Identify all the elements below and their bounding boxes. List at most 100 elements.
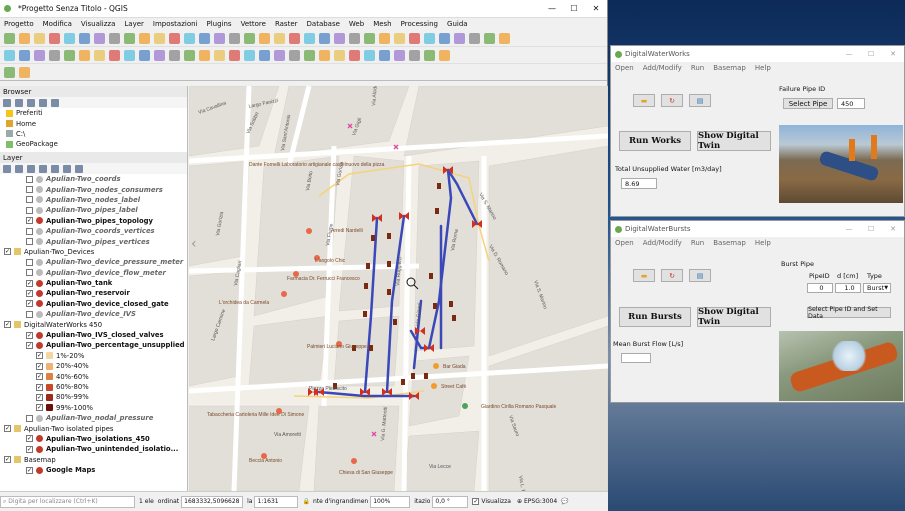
- toolbar-tool-icon[interactable]: [334, 32, 345, 44]
- map-canvas[interactable]: Via Cavallina Largo Fanizzi Via Sobbri Via …: [189, 86, 608, 491]
- toolbar-tool-icon[interactable]: [124, 32, 135, 44]
- layer-checkbox[interactable]: ✓: [26, 445, 33, 453]
- toolbar-tool-icon[interactable]: [379, 49, 390, 61]
- menu-guida[interactable]: Guida: [447, 20, 468, 28]
- toolbar-tool-icon[interactable]: [64, 32, 75, 44]
- layer-item[interactable]: ✓ 99%-100%: [0, 403, 187, 413]
- toolbar-tool-icon[interactable]: [139, 49, 150, 61]
- toolbar-tool-icon[interactable]: [94, 49, 105, 61]
- bursts-show-twin-button[interactable]: Show Digital Twin: [697, 307, 771, 327]
- layer-item[interactable]: ✓ Google Maps: [0, 465, 187, 475]
- toolbar-tool-icon[interactable]: [244, 32, 255, 44]
- select-pipe-button[interactable]: Select Pipe: [783, 98, 833, 109]
- toolbar-tool-icon[interactable]: [214, 32, 225, 44]
- menu-raster[interactable]: Raster: [275, 20, 298, 28]
- toolbar-tool-icon[interactable]: [379, 32, 390, 44]
- layer-checkbox[interactable]: [26, 269, 33, 277]
- add-group-icon[interactable]: [15, 164, 23, 173]
- layer-item[interactable]: Apulian-Two_coords: [0, 174, 187, 184]
- layer-checkbox[interactable]: ✓: [26, 289, 33, 297]
- layer-item[interactable]: ✓ Apulian-Two_pipes_topology: [0, 216, 187, 226]
- menu-plugins[interactable]: Plugins: [207, 20, 232, 28]
- menu-modifica[interactable]: Modifica: [43, 20, 72, 28]
- layer-item[interactable]: ✓ Apulian-Two_IVS_closed_valves: [0, 330, 187, 340]
- locate-search[interactable]: ⌕ Digita per localizzare (Ctrl+K): [0, 495, 135, 508]
- layer-checkbox[interactable]: [26, 175, 33, 183]
- toolbar-tool-icon[interactable]: [484, 32, 495, 44]
- toolbar-tool-icon[interactable]: [274, 49, 285, 61]
- layer-item[interactable]: ✓ 40%-60%: [0, 371, 187, 381]
- filter-legend-icon[interactable]: [39, 164, 47, 173]
- toolbar-tool-icon[interactable]: [334, 49, 345, 61]
- layer-checkbox[interactable]: [26, 196, 33, 204]
- layer-item[interactable]: Apulian-Two_pipes_vertices: [0, 236, 187, 246]
- layer-item[interactable]: Apulian-Two_nodes_label: [0, 195, 187, 205]
- burst-pipe-input[interactable]: 0: [807, 283, 833, 293]
- magnifier-field[interactable]: 100%: [370, 495, 411, 508]
- toolbar-tool-icon[interactable]: [154, 32, 165, 44]
- menu-basemap[interactable]: Basemap: [713, 64, 746, 72]
- works-show-twin-button[interactable]: Show Digital Twin: [697, 131, 771, 151]
- toolbar-tool-icon[interactable]: [34, 32, 45, 44]
- layer-checkbox[interactable]: ✓: [26, 217, 33, 225]
- menu-layer[interactable]: Layer: [124, 20, 144, 28]
- scale-field[interactable]: 1:1631: [254, 495, 299, 508]
- crs-icon[interactable]: ⊕: [517, 498, 522, 505]
- toolbar-tool-icon[interactable]: [79, 49, 90, 61]
- toolbar-tool-icon[interactable]: [139, 32, 150, 44]
- toolbar-tool-icon[interactable]: [49, 49, 60, 61]
- burst-d-input[interactable]: 1.0: [835, 283, 861, 293]
- toolbar-tool-icon[interactable]: [244, 49, 255, 61]
- layer-group[interactable]: ✓ Apulian-Two isolated pipes: [0, 423, 187, 433]
- toolbar-tool-icon[interactable]: [319, 49, 330, 61]
- toolbar-tool-icon[interactable]: [349, 32, 360, 44]
- messages-icon[interactable]: 💬: [561, 498, 568, 505]
- layer-checkbox[interactable]: ✓: [4, 321, 11, 329]
- toolbar-tool-icon[interactable]: [4, 49, 15, 61]
- qgis-titlebar[interactable]: *Progetto Senza Titolo - QGIS — ☐ ✕: [0, 0, 607, 18]
- layer-item[interactable]: ✓ Apulian-Two_device_closed_gate: [0, 299, 187, 309]
- layer-checkbox[interactable]: ✓: [36, 352, 43, 360]
- layer-checkbox[interactable]: ✓: [36, 373, 43, 381]
- add-icon[interactable]: [3, 98, 11, 107]
- toolbar-tool-icon[interactable]: [394, 32, 405, 44]
- toolbar-tool-icon[interactable]: [229, 32, 240, 44]
- menu-impostazioni[interactable]: Impostazioni: [153, 20, 198, 28]
- menu-help[interactable]: Help: [755, 64, 771, 72]
- works-titlebar[interactable]: DigitalWaterWorks — ☐ ✕: [611, 46, 904, 62]
- layer-checkbox[interactable]: [26, 310, 33, 318]
- menu-processing[interactable]: Processing: [401, 20, 438, 28]
- toolbar-tool-icon[interactable]: [4, 66, 15, 78]
- menu-database[interactable]: Database: [307, 20, 340, 28]
- minimize-icon[interactable]: —: [541, 4, 563, 13]
- info-icon[interactable]: [51, 98, 59, 107]
- toolbar-tool-icon[interactable]: [499, 32, 510, 44]
- toolbar-tool-icon[interactable]: [19, 32, 30, 44]
- browser-item[interactable]: Preferiti: [0, 108, 187, 118]
- run-bursts-button[interactable]: Run Bursts: [619, 307, 691, 327]
- menu-mesh[interactable]: Mesh: [373, 20, 391, 28]
- maximize-icon[interactable]: ☐: [860, 225, 882, 233]
- layer-item[interactable]: Apulian-Two_device_IVS: [0, 309, 187, 319]
- toolbar-tool-icon[interactable]: [229, 49, 240, 61]
- close-icon[interactable]: ✕: [585, 4, 607, 13]
- bursts-report-button[interactable]: ▤: [689, 269, 711, 282]
- maximize-icon[interactable]: ☐: [860, 50, 882, 58]
- render-checkbox[interactable]: ✓: [472, 498, 480, 505]
- toolbar-tool-icon[interactable]: [274, 32, 285, 44]
- toolbar-tool-icon[interactable]: [409, 49, 420, 61]
- toolbar-tool-icon[interactable]: [19, 49, 30, 61]
- layer-checkbox[interactable]: [26, 206, 33, 214]
- layer-item[interactable]: ✓ 60%-80%: [0, 382, 187, 392]
- toolbar-tool-icon[interactable]: [364, 32, 375, 44]
- toolbar-tool-icon[interactable]: [169, 32, 180, 44]
- close-icon[interactable]: ✕: [882, 50, 904, 58]
- toolbar-tool-icon[interactable]: [394, 49, 405, 61]
- toolbar-tool-icon[interactable]: [439, 32, 450, 44]
- layer-checkbox[interactable]: ✓: [26, 435, 33, 443]
- run-works-button[interactable]: Run Works: [619, 131, 691, 151]
- layer-group[interactable]: ✓ DigitalWaterWorks 450: [0, 319, 187, 329]
- collapse-icon[interactable]: [39, 98, 47, 107]
- toolbar-tool-icon[interactable]: [184, 32, 195, 44]
- remove-layer-icon[interactable]: [75, 164, 83, 173]
